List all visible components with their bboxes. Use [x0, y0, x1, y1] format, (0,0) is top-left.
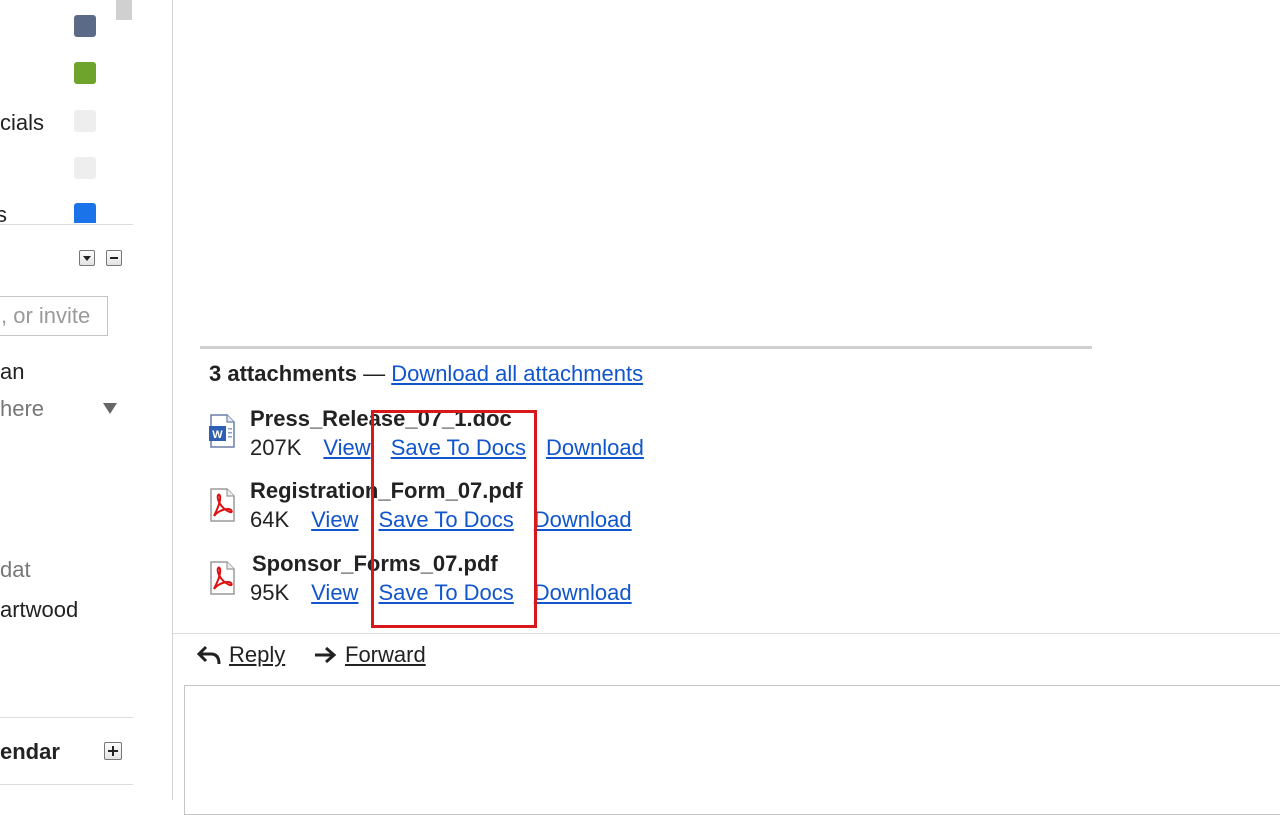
- collapse-button[interactable]: [106, 250, 122, 266]
- contact-status: here: [0, 396, 45, 421]
- sidebar-scrollbar-thumb[interactable]: [116, 0, 132, 20]
- reply-arrow-icon: [197, 645, 221, 665]
- view-link[interactable]: View: [311, 580, 358, 605]
- pdf-icon: [210, 561, 235, 595]
- contact-name[interactable]: an: [0, 359, 24, 385]
- label-color-swatch[interactable]: [74, 15, 96, 37]
- sidebar-divider: [0, 717, 133, 718]
- attachment-size: 64K: [250, 507, 290, 532]
- actions-separator: [173, 633, 1280, 634]
- add-calendar-button[interactable]: [104, 742, 122, 760]
- svg-text:W: W: [212, 429, 223, 441]
- highlight-box: [371, 410, 537, 628]
- plus-icon: [108, 746, 118, 756]
- label-color-swatch[interactable]: [74, 110, 96, 132]
- left-sidebar: cials s an here dat artwood endar: [0, 0, 172, 800]
- contact-name[interactable]: artwood: [0, 597, 78, 623]
- attachments-count: 3 attachments: [209, 361, 357, 386]
- attachments-separator: [200, 346, 1092, 349]
- download-link[interactable]: Download: [546, 435, 644, 460]
- reply-label[interactable]: Reply: [229, 642, 285, 668]
- label-color-swatch[interactable]: [74, 203, 96, 223]
- download-link[interactable]: Download: [534, 580, 632, 605]
- label-color-swatch[interactable]: [74, 157, 96, 179]
- chevron-down-icon: [83, 256, 91, 261]
- header-dash: —: [356, 361, 392, 386]
- attachment-size: 207K: [250, 435, 302, 460]
- download-link[interactable]: Download: [534, 507, 632, 532]
- reply-button[interactable]: Reply: [197, 642, 285, 668]
- contact-name[interactable]: dat: [0, 557, 31, 583]
- forward-arrow-icon: [315, 646, 337, 664]
- dropdown-toggle-button[interactable]: [79, 250, 95, 266]
- chevron-down-icon[interactable]: [102, 401, 118, 415]
- pane-divider: [172, 0, 173, 800]
- label-color-swatch[interactable]: [74, 62, 96, 84]
- forward-label[interactable]: Forward: [345, 642, 426, 668]
- attachment-size: 95K: [250, 580, 290, 605]
- sidebar-label[interactable]: s: [0, 202, 7, 224]
- word-doc-icon: W: [209, 414, 235, 448]
- forward-button[interactable]: Forward: [313, 642, 426, 668]
- view-link[interactable]: View: [311, 507, 358, 532]
- attachments-header: 3 attachments — Download all attachments: [209, 361, 643, 387]
- chat-search-input[interactable]: [0, 296, 108, 336]
- sidebar-label[interactable]: cials: [0, 110, 44, 136]
- sidebar-divider: [0, 784, 133, 785]
- view-link[interactable]: View: [323, 435, 370, 460]
- calendar-section-title[interactable]: endar: [0, 739, 60, 765]
- reply-compose-box[interactable]: [184, 685, 1280, 815]
- download-all-link[interactable]: Download all attachments: [391, 361, 643, 386]
- pdf-icon: [210, 488, 235, 522]
- sidebar-divider: [0, 224, 133, 225]
- minus-icon: [110, 257, 118, 259]
